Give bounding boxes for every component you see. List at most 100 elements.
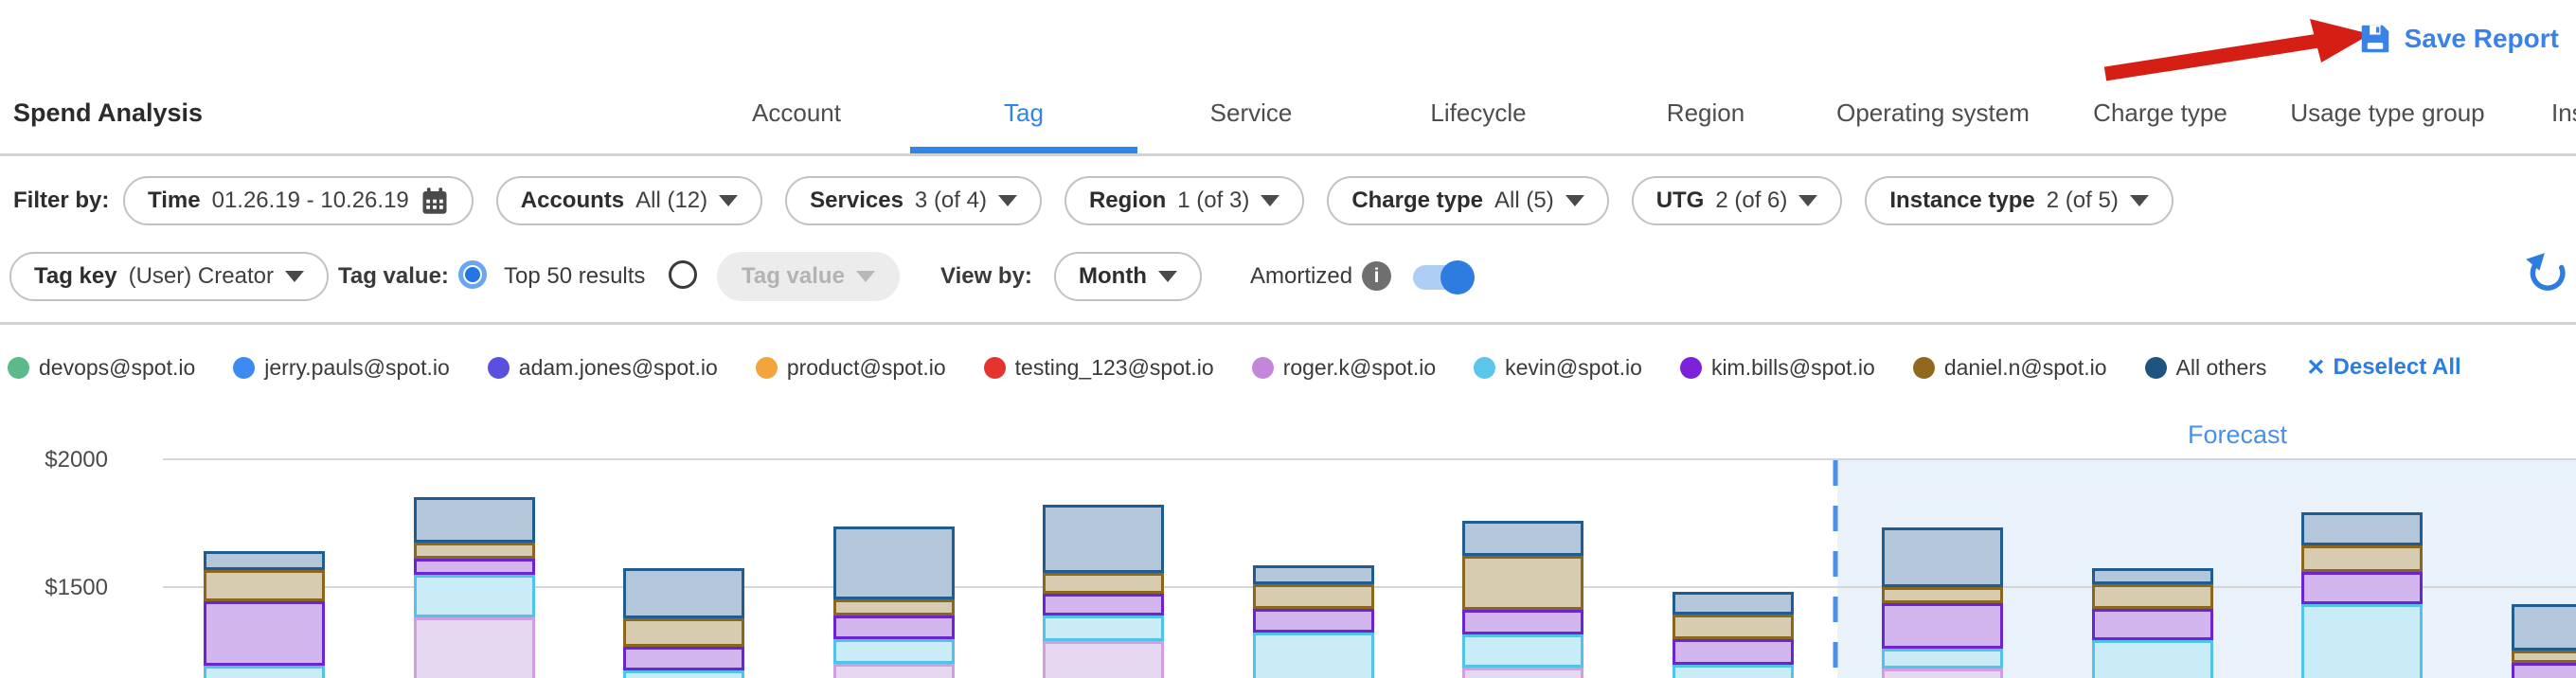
bar-segment-kim-bills-spot-io[interactable]: [1043, 594, 1164, 616]
save-report-button[interactable]: Save Report: [2357, 21, 2559, 57]
legend-dot-icon: [1680, 357, 1702, 379]
bar-segment-kim-bills-spot-io[interactable]: [2092, 609, 2213, 640]
tab-account[interactable]: Account: [683, 91, 910, 153]
filter-pill-utg[interactable]: UTG2 (of 6): [1632, 176, 1843, 225]
tag-key-value: (User) Creator: [129, 263, 274, 290]
bar-segment-daniel-n-spot-io[interactable]: [2512, 651, 2576, 663]
bar-segment-kevin-spot-io[interactable]: [1882, 649, 2003, 669]
bar-segment-roger-k-spot-io[interactable]: [414, 617, 535, 678]
legend-item[interactable]: kevin@spot.io: [1474, 355, 1642, 381]
pill-value: 1 (of 3): [1177, 187, 1249, 214]
legend-item[interactable]: adam.jones@spot.io: [488, 355, 718, 381]
filter-pill-accounts[interactable]: AccountsAll (12): [496, 176, 762, 225]
tab-charge-type[interactable]: Charge type: [2047, 91, 2274, 153]
radio-top-50-results[interactable]: [458, 260, 487, 289]
tag-value-dropdown-disabled[interactable]: Tag value: [717, 252, 900, 301]
bar-segment-roger-k-spot-io[interactable]: [833, 664, 955, 678]
bar-segment-daniel-n-spot-io[interactable]: [2301, 545, 2423, 572]
bar-segment-kim-bills-spot-io[interactable]: [623, 647, 744, 670]
reset-icon[interactable]: [2523, 250, 2570, 297]
view-by-dropdown[interactable]: Month: [1054, 252, 1202, 301]
bar-segment-all-others[interactable]: [2092, 568, 2213, 584]
bar-segment-daniel-n-spot-io[interactable]: [1043, 573, 1164, 594]
bar-segment-all-others[interactable]: [414, 497, 535, 543]
bar-segment-daniel-n-spot-io[interactable]: [2092, 584, 2213, 609]
bar-segment-daniel-n-spot-io[interactable]: [1673, 615, 1794, 639]
bar-segment-all-others[interactable]: [2512, 604, 2576, 651]
bar-segment-kim-bills-spot-io[interactable]: [1462, 610, 1583, 634]
bar-segment-kim-bills-spot-io[interactable]: [204, 601, 325, 666]
bar-segment-roger-k-spot-io[interactable]: [1043, 641, 1164, 678]
amortized-toggle[interactable]: [1413, 265, 1472, 290]
bar-segment-roger-k-spot-io[interactable]: [1882, 669, 2003, 678]
info-icon[interactable]: i: [1362, 261, 1391, 291]
bar-segment-kevin-spot-io[interactable]: [833, 639, 955, 664]
legend-item[interactable]: All others: [2145, 355, 2267, 381]
tag-key-dropdown[interactable]: Tag key (User) Creator: [9, 252, 329, 301]
amortized-label: Amortized: [1250, 252, 1352, 301]
legend-item[interactable]: kim.bills@spot.io: [1680, 355, 1875, 381]
bar-segment-daniel-n-spot-io[interactable]: [833, 599, 955, 616]
bar-segment-all-others[interactable]: [1882, 527, 2003, 587]
bar-segment-roger-k-spot-io[interactable]: [1462, 668, 1583, 678]
pill-label: Accounts: [521, 187, 624, 214]
filter-pill-services[interactable]: Services3 (of 4): [785, 176, 1042, 225]
legend-item[interactable]: testing_123@spot.io: [984, 355, 1214, 381]
filter-pill-instance-type[interactable]: Instance type2 (of 5): [1865, 176, 2173, 225]
tab-lifecycle[interactable]: Lifecycle: [1365, 91, 1592, 153]
bar-segment-kevin-spot-io[interactable]: [414, 575, 535, 617]
legend-item[interactable]: daniel.n@spot.io: [1913, 355, 2107, 381]
bar-segment-daniel-n-spot-io[interactable]: [1882, 587, 2003, 603]
filter-pill-time[interactable]: Time 01.26.19 - 10.26.19: [123, 176, 474, 225]
close-icon: ✕: [2306, 354, 2325, 382]
tab-service[interactable]: Service: [1137, 91, 1365, 153]
bar-segment-kim-bills-spot-io[interactable]: [414, 559, 535, 575]
filter-pill-charge-type[interactable]: Charge typeAll (5): [1327, 176, 1608, 225]
legend-label: adam.jones@spot.io: [519, 355, 718, 381]
bar-segment-kim-bills-spot-io[interactable]: [1882, 603, 2003, 649]
bar-segment-kevin-spot-io[interactable]: [1253, 633, 1374, 678]
time-pill-value: 01.26.19 - 10.26.19: [212, 187, 409, 214]
tab-tag[interactable]: Tag: [910, 91, 1137, 153]
bar-segment-kevin-spot-io[interactable]: [623, 670, 744, 678]
bar-segment-all-others[interactable]: [204, 551, 325, 570]
tab-inst[interactable]: Inst: [2501, 91, 2576, 153]
chevron-down-icon: [1565, 195, 1584, 206]
filter-pill-region[interactable]: Region1 (of 3): [1064, 176, 1304, 225]
bar-segment-kim-bills-spot-io[interactable]: [2512, 663, 2576, 678]
bar-segment-kevin-spot-io[interactable]: [204, 666, 325, 678]
bar-segment-kevin-spot-io[interactable]: [1673, 665, 1794, 678]
bar-segment-all-others[interactable]: [1253, 565, 1374, 584]
bar-segment-kim-bills-spot-io[interactable]: [2301, 572, 2423, 604]
legend-item[interactable]: roger.k@spot.io: [1252, 355, 1436, 381]
legend-item[interactable]: jerry.pauls@spot.io: [233, 355, 450, 381]
bar-segment-kevin-spot-io[interactable]: [1462, 634, 1583, 668]
bar-segment-kevin-spot-io[interactable]: [2301, 604, 2423, 678]
bar-segment-daniel-n-spot-io[interactable]: [623, 618, 744, 647]
bar-segment-kim-bills-spot-io[interactable]: [1253, 609, 1374, 633]
bar-segment-daniel-n-spot-io[interactable]: [204, 570, 325, 601]
bar-segment-all-others[interactable]: [623, 568, 744, 618]
bar-segment-daniel-n-spot-io[interactable]: [1462, 556, 1583, 610]
deselect-all-button[interactable]: ✕ Deselect All: [2306, 354, 2460, 382]
legend-label: kim.bills@spot.io: [1711, 355, 1875, 381]
bar-segment-all-others[interactable]: [833, 526, 955, 599]
bar-segment-all-others[interactable]: [1043, 505, 1164, 573]
radio-tag-value[interactable]: [669, 260, 697, 289]
bar-segment-daniel-n-spot-io[interactable]: [1253, 584, 1374, 609]
tab-usage-type-group[interactable]: Usage type group: [2274, 91, 2501, 153]
bar-segment-kim-bills-spot-io[interactable]: [1673, 639, 1794, 665]
legend-item[interactable]: devops@spot.io: [8, 355, 195, 381]
bar-segment-daniel-n-spot-io[interactable]: [414, 543, 535, 559]
tab-region[interactable]: Region: [1592, 91, 1819, 153]
bar-segment-kevin-spot-io[interactable]: [2092, 640, 2213, 678]
bar-segment-all-others[interactable]: [1462, 521, 1583, 556]
bar-segment-kim-bills-spot-io[interactable]: [833, 616, 955, 639]
legend-item[interactable]: product@spot.io: [756, 355, 946, 381]
bar-segment-all-others[interactable]: [1673, 592, 1794, 615]
tabs: AccountTagServiceLifecycleRegionOperatin…: [683, 91, 2576, 153]
bar-segment-all-others[interactable]: [2301, 512, 2423, 545]
chevron-down-icon: [1158, 271, 1177, 282]
tab-operating-system[interactable]: Operating system: [1819, 91, 2047, 153]
bar-segment-kevin-spot-io[interactable]: [1043, 616, 1164, 641]
